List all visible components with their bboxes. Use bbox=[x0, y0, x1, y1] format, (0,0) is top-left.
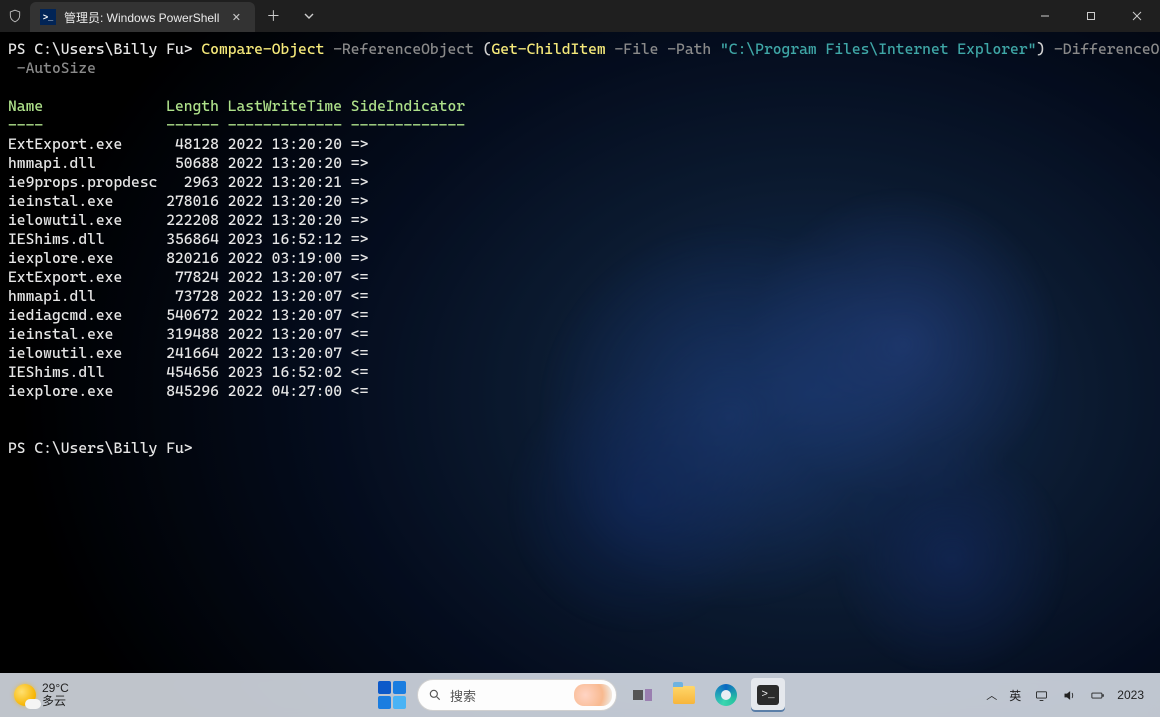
taskbar: 29°C 多云 搜索 >_ ︿ 英 2023 bbox=[0, 673, 1160, 717]
param: -ReferenceObject bbox=[333, 40, 474, 58]
terminal-icon: >_ bbox=[757, 685, 779, 705]
prompt: PS C:\Users\Billy Fu> bbox=[8, 439, 193, 457]
battery-icon[interactable] bbox=[1089, 687, 1105, 703]
file-explorer-icon bbox=[673, 686, 695, 704]
param: -DifferenceObject bbox=[1054, 40, 1160, 58]
window-titlebar: >_ 管理员: Windows PowerShell ✕ ＋ bbox=[0, 0, 1160, 32]
minimize-button[interactable] bbox=[1022, 0, 1068, 32]
prompt: PS C:\Users\Billy Fu> bbox=[8, 40, 193, 58]
clock-year[interactable]: 2023 bbox=[1117, 688, 1144, 702]
file-explorer-button[interactable] bbox=[667, 678, 701, 712]
table-rows: ExtExport.exe 48128 2022 13:20:20 => hmm… bbox=[8, 135, 368, 400]
new-tab-button[interactable]: ＋ bbox=[255, 0, 291, 32]
edge-icon bbox=[715, 684, 737, 706]
tray-overflow-button[interactable]: ︿ bbox=[986, 687, 997, 703]
terminal-tab[interactable]: >_ 管理员: Windows PowerShell ✕ bbox=[30, 2, 255, 32]
system-tray: ︿ 英 2023 bbox=[986, 687, 1160, 704]
paren: ) bbox=[1036, 40, 1045, 58]
powershell-icon: >_ bbox=[40, 9, 56, 25]
param: -File bbox=[615, 40, 659, 58]
start-button[interactable] bbox=[375, 678, 409, 712]
cmdlet: Get-ChildItem bbox=[491, 40, 605, 58]
windows-logo-icon bbox=[378, 681, 406, 709]
search-placeholder: 搜索 bbox=[450, 686, 476, 705]
terminal-taskbar-button[interactable]: >_ bbox=[751, 678, 785, 712]
weather-widget[interactable]: 29°C 多云 bbox=[0, 682, 69, 708]
search-highlight-icon bbox=[574, 684, 612, 706]
table-divider: ---- ------ ------------- ------------- bbox=[8, 116, 465, 134]
terminal-output[interactable]: PS C:\Users\Billy Fu> Compare-Object -Re… bbox=[0, 32, 1160, 673]
close-tab-button[interactable]: ✕ bbox=[227, 8, 245, 26]
cmdlet: Compare-Object bbox=[201, 40, 324, 58]
tab-dropdown-button[interactable] bbox=[291, 0, 327, 32]
network-icon[interactable] bbox=[1033, 687, 1049, 703]
taskbar-search[interactable]: 搜索 bbox=[417, 679, 617, 711]
tab-title: 管理员: Windows PowerShell bbox=[64, 9, 219, 26]
param: -Path bbox=[667, 40, 711, 58]
search-icon bbox=[428, 688, 442, 702]
weather-description: 多云 bbox=[42, 695, 69, 708]
task-view-button[interactable] bbox=[625, 678, 659, 712]
edge-button[interactable] bbox=[709, 678, 743, 712]
volume-icon[interactable] bbox=[1061, 687, 1077, 703]
close-window-button[interactable] bbox=[1114, 0, 1160, 32]
table-header: Name Length LastWriteTime SideIndicator bbox=[8, 97, 465, 115]
taskbar-center: 搜索 >_ bbox=[375, 678, 785, 712]
weather-icon bbox=[14, 684, 36, 706]
param: -AutoSize bbox=[17, 59, 96, 77]
shield-icon bbox=[0, 0, 30, 32]
ime-indicator[interactable]: 英 bbox=[1009, 687, 1021, 704]
taskview-icon bbox=[645, 689, 652, 701]
window-controls bbox=[1022, 0, 1160, 32]
string-literal: "C:\Program Files\Internet Explorer" bbox=[720, 40, 1036, 58]
taskview-icon bbox=[633, 690, 643, 700]
maximize-button[interactable] bbox=[1068, 0, 1114, 32]
